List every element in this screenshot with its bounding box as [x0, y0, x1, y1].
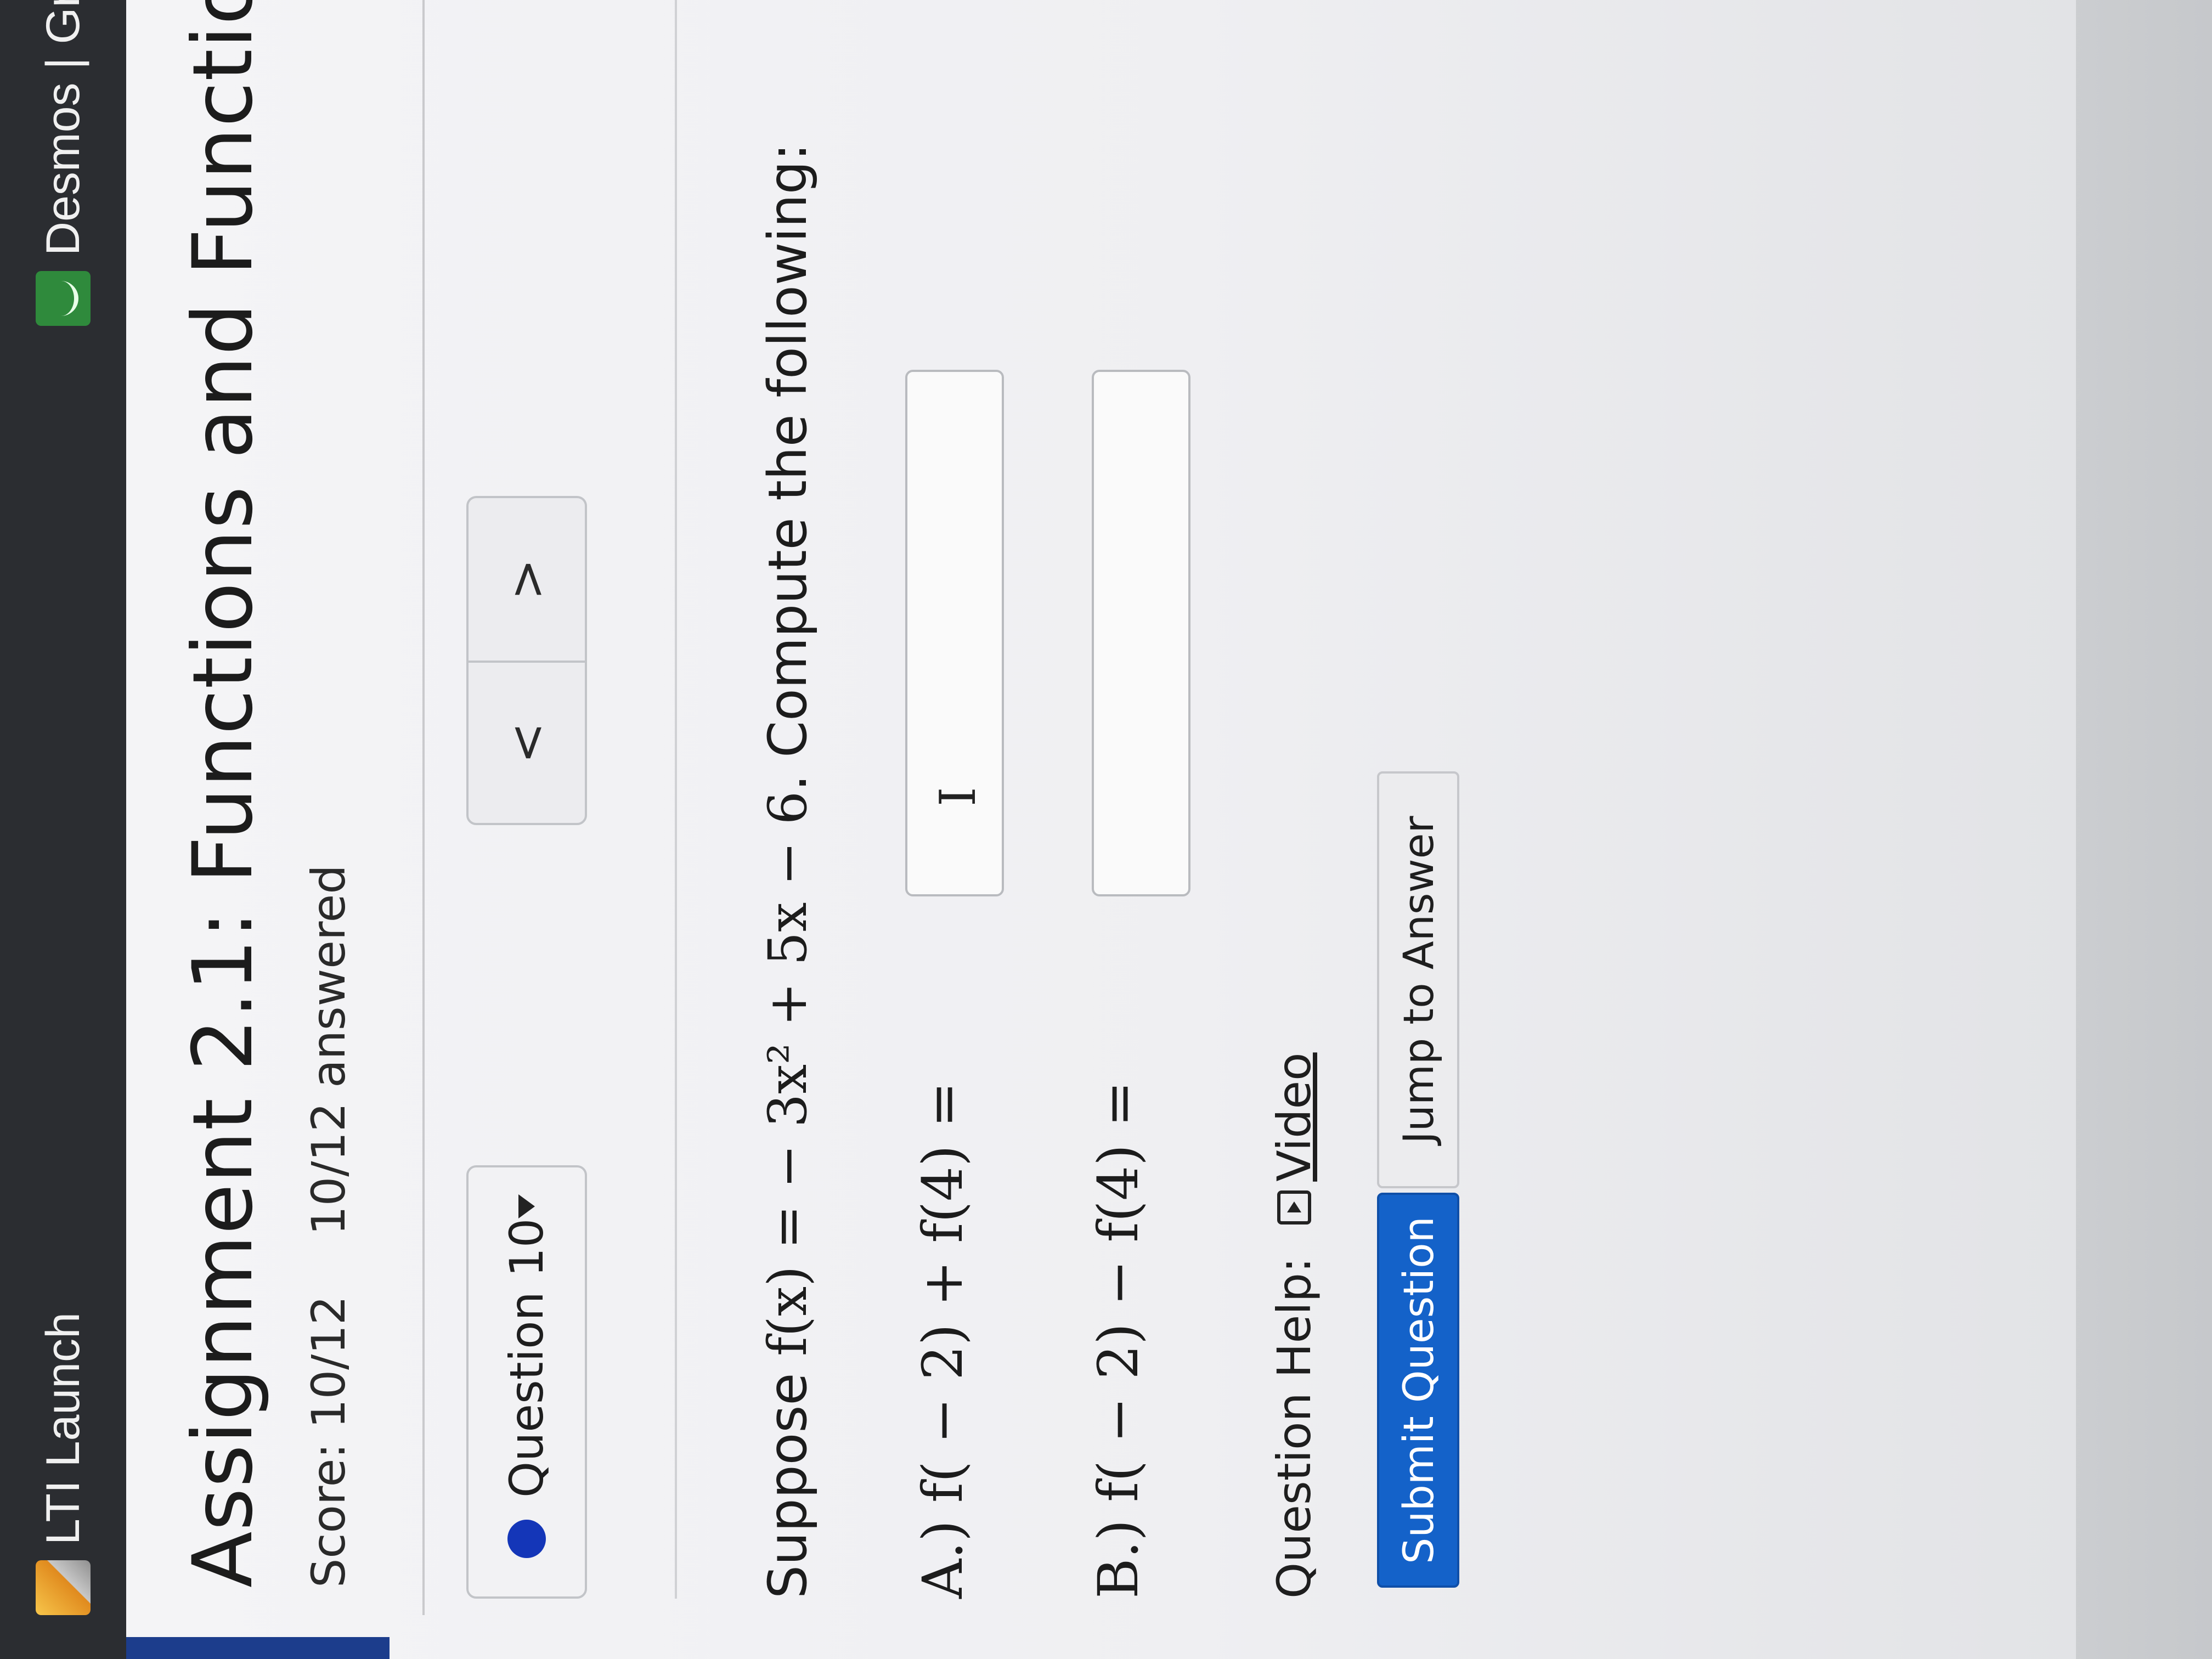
part-b-label: B.) f( − 2) − f(4) =: [1086, 1081, 1150, 1599]
accent-bar: [126, 1637, 390, 1659]
bookmark-label: Desmos | Gra: [36, 0, 89, 256]
prompt-suffix: . Compute the following:: [757, 143, 819, 792]
part-b-answer-input[interactable]: [1092, 370, 1190, 896]
text-cursor-icon: I: [929, 787, 987, 806]
browser-screen: LTI Launch Desmos | Gra Assignment 2.1: …: [0, 0, 2076, 1659]
chevron-right-icon: >: [498, 558, 556, 600]
next-question-button[interactable]: >: [466, 496, 587, 661]
assignment-page: Assignment 2.1: Functions and Functio Sc…: [126, 0, 2076, 1659]
chevron-left-icon: <: [498, 722, 556, 764]
question-select[interactable]: Question 10: [466, 1165, 587, 1599]
prompt-prefix: Suppose: [757, 1356, 819, 1599]
score-row: Score: 10/12 10/12 answered: [302, 865, 356, 1588]
prompt-function: f(x) = − 3x² + 5x − 6: [757, 791, 819, 1357]
status-dot-icon: [507, 1520, 546, 1558]
bookmark-label: LTI Launch: [36, 1312, 89, 1545]
part-a-answer-input[interactable]: I: [905, 370, 1004, 896]
score-text: Score: 10/12: [302, 1295, 356, 1588]
question-select-label: Question 10: [500, 1218, 554, 1498]
question-prompt: Suppose f(x) = − 3x² + 5x − 6. Compute t…: [757, 143, 819, 1599]
bookmark-desmos[interactable]: Desmos | Gra: [33, 0, 93, 326]
bookmark-lti-launch[interactable]: LTI Launch: [33, 1312, 93, 1615]
question-help: Question Help: Video: [1267, 1052, 1321, 1599]
desmos-icon: [36, 271, 91, 326]
bookmarks-bar: LTI Launch Desmos | Gra: [0, 0, 126, 1659]
jump-to-answer-button[interactable]: Jump to Answer: [1377, 771, 1459, 1188]
submit-question-button[interactable]: Submit Question: [1377, 1193, 1459, 1588]
answered-count: 10/12 answered: [302, 865, 356, 1235]
help-label: Question Help:: [1267, 1257, 1321, 1599]
previous-question-button[interactable]: <: [466, 661, 587, 825]
content-divider: [675, 0, 677, 1599]
divider: [422, 0, 425, 1615]
page-title: Assignment 2.1: Functions and Functio: [176, 0, 271, 1588]
pencil-icon: [36, 1560, 91, 1615]
part-a-label: A.) f( − 2) + f(4) =: [911, 1081, 975, 1599]
video-play-icon[interactable]: [1277, 1190, 1311, 1224]
caret-down-icon: [518, 1194, 535, 1218]
video-link[interactable]: Video: [1267, 1052, 1321, 1181]
action-buttons: Submit Question Jump to Answer: [1377, 771, 1459, 1588]
photo-stage: LTI Launch Desmos | Gra Assignment 2.1: …: [0, 0, 2212, 1659]
